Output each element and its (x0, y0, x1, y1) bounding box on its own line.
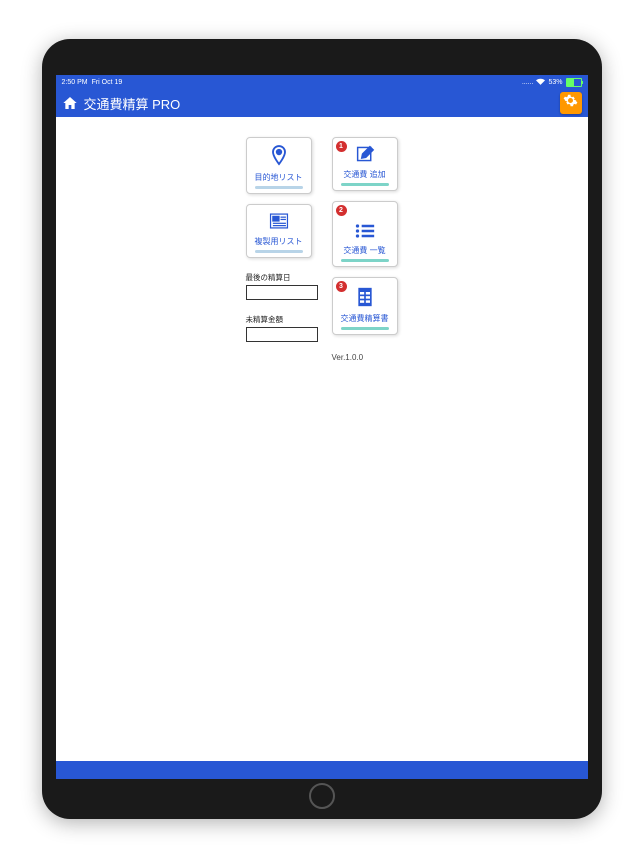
card-accent (341, 183, 389, 186)
card-accent (341, 259, 389, 262)
step-badge: 3 (336, 281, 347, 292)
card-label: 交通費 一覧 (343, 247, 385, 256)
card-accent (255, 186, 303, 189)
version-label: Ver.1.0.0 (332, 353, 364, 362)
destination-list-button[interactable]: 目的地リスト (246, 137, 312, 194)
status-bar: 2:50 PM Fri Oct 19 ...... 53% (56, 75, 588, 89)
pending-amount-label: 未精算金額 (246, 314, 318, 325)
app-bar: 交通費精算 PRO (56, 89, 588, 117)
pending-amount-input[interactable] (246, 327, 318, 342)
page-title: 交通費精算 PRO (84, 94, 181, 113)
card-label: 交通費 追加 (343, 171, 385, 180)
card-accent (255, 250, 303, 253)
expense-list-button[interactable]: 2 交通費 一覧 (332, 201, 398, 267)
card-label: 目的地リスト (255, 174, 303, 183)
main-content: 目的地リスト 複製用リスト 最後の精算日 (56, 117, 588, 382)
last-date-group: 最後の精算日 (246, 272, 318, 300)
card-accent (341, 327, 389, 330)
gear-icon (563, 93, 578, 113)
card-label: 複製用リスト (255, 238, 303, 247)
last-date-label: 最後の精算日 (246, 272, 318, 283)
battery-icon (566, 78, 582, 87)
add-expense-button[interactable]: 1 交通費 追加 (332, 137, 398, 191)
screen: 2:50 PM Fri Oct 19 ...... 53% (56, 75, 588, 779)
right-column: 1 交通費 追加 2 交通費 一覧 (332, 137, 398, 362)
document-icon (269, 212, 289, 235)
status-time: 2:50 PM (62, 79, 88, 86)
last-date-input[interactable] (246, 285, 318, 300)
home-icon[interactable] (62, 95, 78, 111)
wifi-icon (536, 78, 545, 87)
copy-list-button[interactable]: 複製用リスト (246, 204, 312, 258)
pin-icon (270, 144, 288, 171)
tablet-home-button[interactable] (309, 783, 335, 809)
bottom-bar (56, 761, 588, 779)
step-badge: 2 (336, 205, 347, 216)
status-date: Fri Oct 19 (92, 79, 123, 86)
spreadsheet-icon (356, 287, 374, 312)
card-label: 交通費精算書 (341, 315, 389, 324)
step-badge: 1 (336, 141, 347, 152)
status-battery: 53% (548, 79, 562, 86)
settings-button[interactable] (560, 92, 582, 114)
status-dots: ...... (522, 79, 534, 86)
tablet-frame: 2:50 PM Fri Oct 19 ...... 53% (42, 39, 602, 819)
list-icon (355, 223, 375, 244)
expense-report-button[interactable]: 3 交通費精算書 (332, 277, 398, 335)
edit-icon (355, 145, 375, 168)
left-column: 目的地リスト 複製用リスト 最後の精算日 (246, 137, 318, 362)
pending-amount-group: 未精算金額 (246, 314, 318, 342)
